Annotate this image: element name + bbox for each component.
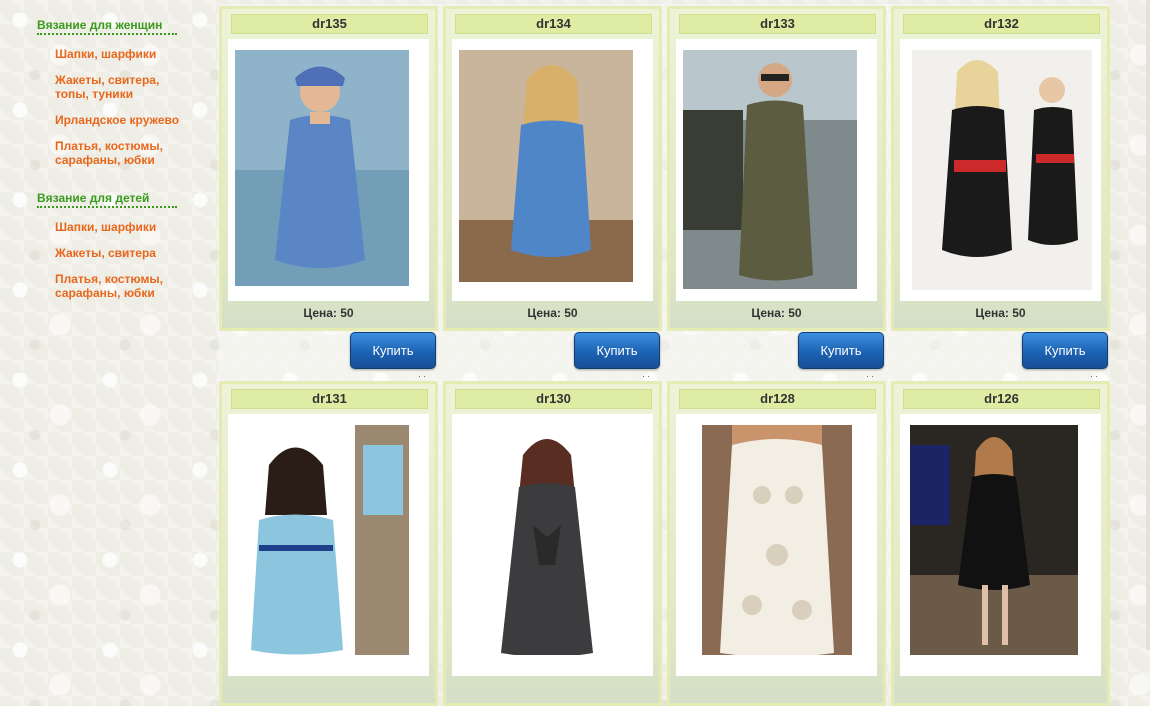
page-right-edge [1146,0,1150,650]
product-code[interactable]: dr133 [679,14,876,34]
product-photo-frame [452,39,653,301]
product-code[interactable]: dr126 [903,389,1100,409]
dots-icon: ·· [418,371,428,381]
product-card-frame: dr133 Цена: 50 [667,6,886,331]
product-grid: dr135 Цена: 50 Купить ·· dr134 Цена: 50 … [218,4,1110,706]
product-card: dr130 [443,381,662,706]
product-card-frame: dr132 Цена: 50 [891,6,1110,331]
sidebar-item-women-dresses[interactable]: Платья, костюмы, сарафаны, юбки [55,139,180,167]
product-photo[interactable] [683,50,857,289]
product-card-frame: dr126 [891,381,1110,706]
category-kids-heading[interactable]: Вязание для детей [37,191,177,208]
product-price: Цена: 50 [303,306,354,320]
product-card: dr135 Цена: 50 Купить ·· [219,6,438,381]
product-card-frame: dr135 Цена: 50 [219,6,438,331]
product-card-frame: dr131 [219,381,438,706]
product-photo-frame [900,39,1101,301]
product-photo-frame [676,39,877,301]
dots-icon: ·· [642,371,652,381]
sidebar-item-kids-jackets[interactable]: Жакеты, свитера [55,246,180,260]
buy-button[interactable]: Купить [1022,332,1108,369]
product-photo-frame [452,414,653,676]
dots-icon: ·· [1090,371,1100,381]
product-price: Цена: 50 [975,306,1026,320]
product-photo[interactable] [467,425,625,655]
product-photo[interactable] [235,425,409,655]
product-card: dr128 [667,381,886,706]
product-photo-frame [228,39,429,301]
product-photo-frame [900,414,1101,676]
sidebar-item-kids-dresses[interactable]: Платья, костюмы, сарафаны, юбки [55,272,180,300]
product-code[interactable]: dr128 [679,389,876,409]
product-card: dr133 Цена: 50 Купить ·· [667,6,886,381]
product-code[interactable]: dr131 [231,389,428,409]
product-price: Цена: 50 [751,306,802,320]
product-price: Цена: 50 [527,306,578,320]
product-code[interactable]: dr132 [903,14,1100,34]
product-code[interactable]: dr130 [455,389,652,409]
sidebar-item-women-irish-lace[interactable]: Ирландское кружево [55,113,180,127]
product-photo[interactable] [235,50,409,286]
product-photo[interactable] [459,50,633,282]
buy-button[interactable]: Купить [350,332,436,369]
product-card: dr134 Цена: 50 Купить ·· [443,6,662,381]
category-women-heading[interactable]: Вязание для женщин [37,18,177,35]
sidebar-item-kids-hats[interactable]: Шапки, шарфики [55,220,180,234]
product-card: dr131 [219,381,438,706]
buy-button[interactable]: Купить [574,332,660,369]
product-photo-frame [228,414,429,676]
buy-button[interactable]: Купить [798,332,884,369]
product-card: dr126 [891,381,1110,706]
product-photo[interactable] [910,425,1078,655]
product-code[interactable]: dr135 [231,14,428,34]
product-card-frame: dr134 Цена: 50 [443,6,662,331]
product-photo[interactable] [702,425,852,655]
product-card-frame: dr128 [667,381,886,706]
sidebar-item-women-hats[interactable]: Шапки, шарфики [55,47,180,61]
product-photo[interactable] [912,50,1092,290]
product-photo-frame [676,414,877,676]
category-sidebar: Вязание для женщин Шапки, шарфики Жакеты… [37,10,187,300]
product-code[interactable]: dr134 [455,14,652,34]
sidebar-item-women-jackets[interactable]: Жакеты, свитера, топы, туники [55,73,180,101]
dots-icon: ·· [866,371,876,381]
product-card-frame: dr130 [443,381,662,706]
product-card: dr132 Цена: 50 Купить ·· [891,6,1110,381]
